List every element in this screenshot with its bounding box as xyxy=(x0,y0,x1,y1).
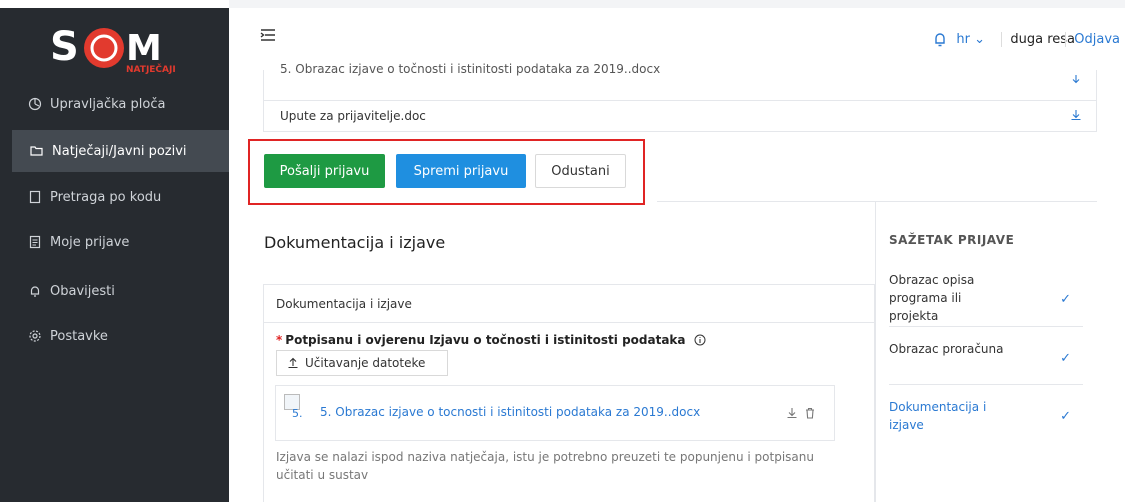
summary-title: SAŽETAK PRIJAVE xyxy=(889,233,1015,247)
sidebar-item-label: Upravljačka ploča xyxy=(50,96,166,112)
top-strip xyxy=(0,0,229,8)
file-text-icon xyxy=(28,235,42,249)
help-text: Izjava se nalazi ispod naziva natječaja,… xyxy=(276,450,814,482)
required-field-label: * Potpisanu i ovjerenu Izjavu o točnosti… xyxy=(276,333,706,347)
file-list: 5. Obrazac izjave o točnosti i istinitos… xyxy=(263,62,1097,132)
language-value: hr xyxy=(956,32,970,47)
required-marker: * xyxy=(276,333,283,347)
language-select[interactable]: hr ⌄ xyxy=(956,32,985,47)
sidebar-item-my-applications[interactable]: Moje prijave xyxy=(0,221,229,263)
check-icon: ✓ xyxy=(1060,409,1071,424)
sidebar-item-search-code[interactable]: Pretraga po kodu xyxy=(0,176,229,218)
document-icon xyxy=(28,190,42,204)
bell-icon xyxy=(28,284,42,298)
file-row: 5. Obrazac izjave o točnosti i istinitos… xyxy=(264,54,1096,84)
dashboard-icon xyxy=(28,97,42,111)
summary-item[interactable]: Obrazac opisa programa ili projekta ✓ xyxy=(889,271,1083,327)
svg-text:M: M xyxy=(126,28,162,69)
file-name[interactable]: Upute za prijavitelje.doc xyxy=(280,109,426,123)
file-name[interactable]: 5. Obrazac izjave o točnosti i istinitos… xyxy=(280,62,660,76)
main-content: 5. Obrazac izjave o točnosti i istinitos… xyxy=(229,62,1125,502)
download-icon[interactable] xyxy=(786,407,798,419)
bell-icon[interactable] xyxy=(933,31,947,47)
sidebar-item-label: Moje prijave xyxy=(50,234,130,250)
organization-name: duga resa xyxy=(1001,32,1075,47)
application-summary: SAŽETAK PRIJAVE Obrazac opisa programa i… xyxy=(876,201,1097,502)
summary-item-active[interactable]: Dokumentacija i izjave ✓ xyxy=(889,398,1083,438)
check-icon: ✓ xyxy=(1060,351,1071,366)
cancel-button[interactable]: Odustani xyxy=(535,154,626,188)
info-icon[interactable] xyxy=(694,334,706,346)
attachment-number: 5. xyxy=(292,407,303,420)
sidebar-item-dashboard[interactable]: Upravljačka ploča xyxy=(0,83,229,125)
sidebar-item-label: Natječaji/Javni pozivi xyxy=(52,143,187,159)
chevron-down-icon: ⌄ xyxy=(974,32,985,47)
documents-card: Dokumentacija i izjave * Potpisanu i ovj… xyxy=(263,284,875,502)
gear-icon xyxy=(28,329,42,343)
check-icon: ✓ xyxy=(1060,292,1071,307)
sidebar: S M NATJEČAJI Upravljačka ploča Natječaj… xyxy=(0,0,229,502)
sidebar-item-label: Pretraga po kodu xyxy=(50,189,162,205)
upload-icon xyxy=(288,357,298,369)
summary-item-label: Dokumentacija i izjave xyxy=(889,400,987,432)
summary-item[interactable]: Obrazac proračuna ✓ xyxy=(889,340,1083,385)
upload-file-button[interactable]: Učitavanje datoteke xyxy=(276,350,448,376)
upload-label: Učitavanje datoteke xyxy=(305,356,426,370)
sidebar-item-label: Postavke xyxy=(50,328,108,344)
sidebar-item-notifications[interactable]: Obavijesti xyxy=(0,270,229,312)
attachment-item: 5. 5. Obrazac izjave o tocnosti i istini… xyxy=(275,385,835,441)
download-icon[interactable] xyxy=(1070,109,1082,121)
summary-item-label: Obrazac proračuna xyxy=(889,342,1004,356)
card-title: Dokumentacija i izjave xyxy=(264,285,874,323)
attachment-name[interactable]: 5. Obrazac izjave o tocnosti i istinitos… xyxy=(320,405,700,419)
file-row: Upute za prijavitelje.doc xyxy=(264,100,1096,130)
required-label-text: Potpisanu i ovjerenu Izjavu o točnosti i… xyxy=(285,333,686,347)
section-title: Dokumentacija i izjave xyxy=(264,233,446,252)
delete-icon[interactable] xyxy=(804,407,816,419)
sidebar-item-tenders[interactable]: Natječaji/Javni pozivi xyxy=(12,130,229,172)
summary-item-label: Obrazac opisa programa ili projekta xyxy=(889,273,975,323)
download-icon[interactable] xyxy=(1070,74,1082,84)
sidebar-item-settings[interactable]: Postavke xyxy=(0,315,229,357)
folder-open-icon xyxy=(30,144,44,158)
logo-subtitle: NATJEČAJI xyxy=(126,63,176,75)
menu-toggle-icon[interactable] xyxy=(259,26,277,44)
svg-text:S: S xyxy=(50,24,79,70)
sidebar-item-label: Obavijesti xyxy=(50,283,115,299)
send-application-button[interactable]: Pošalji prijavu xyxy=(264,154,385,188)
logo: S M NATJEČAJI xyxy=(50,24,176,75)
save-application-button[interactable]: Spremi prijavu xyxy=(396,154,526,188)
logout-link[interactable]: Odjava xyxy=(1065,32,1120,47)
